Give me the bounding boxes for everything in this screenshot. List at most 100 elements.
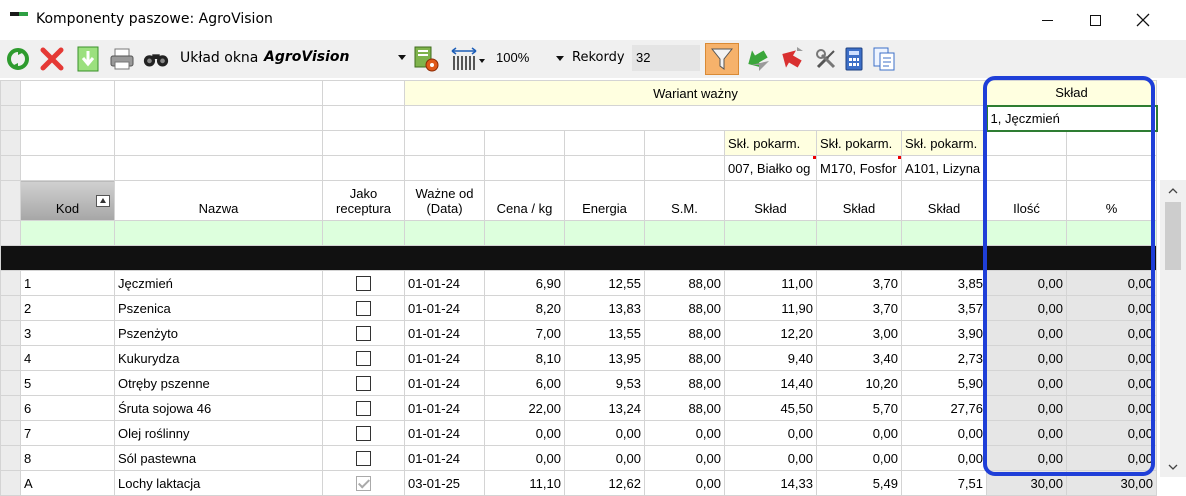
recipe-checkbox[interactable] bbox=[356, 376, 371, 392]
cell-procent[interactable]: 0,00 bbox=[1066, 345, 1158, 371]
filter-cell[interactable] bbox=[114, 220, 323, 246]
table-row[interactable]: 3 Pszenżyto 01-01-24 7,00 13,55 88,00 12,20 3,0… bbox=[0, 320, 1158, 346]
cell-procent[interactable]: 0,00 bbox=[1066, 445, 1158, 471]
cell-receptura[interactable] bbox=[322, 295, 405, 321]
cell-ilosc[interactable]: 0,00 bbox=[986, 295, 1068, 321]
cell-sklad-3[interactable]: 0,00 bbox=[900, 445, 988, 471]
scroll-up-button[interactable] bbox=[1160, 182, 1186, 199]
cell-energia[interactable]: 13,55 bbox=[564, 320, 645, 346]
cell-cena[interactable]: 6,00 bbox=[484, 370, 565, 396]
sort-asc-icon[interactable] bbox=[96, 195, 110, 207]
cell-receptura[interactable] bbox=[322, 395, 405, 421]
filter-row[interactable] bbox=[0, 220, 1158, 246]
cell-sklad-3[interactable]: 7,51 bbox=[900, 470, 988, 496]
cell-procent[interactable]: 0,00 bbox=[1066, 420, 1158, 446]
cell-sklad-2[interactable]: 10,20 bbox=[816, 370, 902, 396]
cell-nazwa[interactable]: Olej roślinny bbox=[114, 420, 323, 446]
filter-cell[interactable] bbox=[900, 220, 988, 246]
cell-sm[interactable]: 0,00 bbox=[644, 420, 725, 446]
cell-sm[interactable]: 88,00 bbox=[644, 395, 725, 421]
report-button[interactable] bbox=[412, 45, 440, 73]
cell-ilosc[interactable]: 0,00 bbox=[986, 270, 1068, 296]
recipe-checkbox[interactable] bbox=[356, 476, 371, 492]
cell-nazwa[interactable]: Śruta sojowa 46 bbox=[114, 395, 323, 421]
cell-data[interactable]: 01-01-24 bbox=[404, 270, 485, 296]
scroll-down-button[interactable] bbox=[1160, 458, 1186, 475]
cell-nazwa[interactable]: Kukurydza bbox=[114, 345, 323, 371]
filter-cell[interactable] bbox=[564, 220, 645, 246]
table-row[interactable]: 6 Śruta sojowa 46 01-01-24 22,00 13,24 88,00 4… bbox=[0, 395, 1158, 421]
cell-ilosc[interactable]: 0,00 bbox=[986, 370, 1068, 396]
recipe-checkbox[interactable] bbox=[356, 301, 371, 317]
recipe-checkbox[interactable] bbox=[356, 401, 371, 417]
cell-procent[interactable]: 0,00 bbox=[1066, 295, 1158, 321]
cell-nazwa[interactable]: Jęczmień bbox=[114, 270, 323, 296]
cell-sklad-2[interactable]: 3,70 bbox=[816, 270, 902, 296]
cell-energia[interactable]: 0,00 bbox=[564, 420, 645, 446]
cell-procent[interactable]: 0,00 bbox=[1066, 370, 1158, 396]
delete-button[interactable] bbox=[38, 45, 66, 73]
filter-cell[interactable] bbox=[20, 220, 115, 246]
table-row[interactable]: A Lochy laktacja 03-01-25 11,10 12,62 0,00 14,… bbox=[0, 470, 1158, 496]
column-header-sklad-3[interactable]: Skład bbox=[900, 180, 988, 221]
filter-cell[interactable] bbox=[986, 220, 1068, 246]
cell-sklad-1[interactable]: 14,40 bbox=[724, 370, 817, 396]
cell-kod[interactable]: 5 bbox=[20, 370, 115, 396]
cell-cena[interactable]: 6,90 bbox=[484, 270, 565, 296]
cell-cena[interactable]: 8,10 bbox=[484, 345, 565, 371]
cell-data[interactable]: 01-01-24 bbox=[404, 345, 485, 371]
cell-receptura[interactable] bbox=[322, 345, 405, 371]
cell-data[interactable]: 01-01-24 bbox=[404, 295, 485, 321]
filter-button[interactable] bbox=[705, 43, 739, 75]
cell-receptura[interactable] bbox=[322, 270, 405, 296]
cell-kod[interactable]: 4 bbox=[20, 345, 115, 371]
cell-ilosc[interactable]: 30,00 bbox=[986, 470, 1068, 496]
cell-data[interactable]: 01-01-24 bbox=[404, 445, 485, 471]
close-button[interactable] bbox=[1120, 0, 1166, 40]
tools-button[interactable] bbox=[812, 45, 840, 73]
table-row[interactable]: 4 Kukurydza 01-01-24 8,10 13,95 88,00 9,40 3,40… bbox=[0, 345, 1158, 371]
cell-receptura[interactable] bbox=[322, 445, 405, 471]
table-row[interactable]: 5 Otręby pszenne 01-01-24 6,00 9,53 88,00 14,4… bbox=[0, 370, 1158, 396]
cell-sklad-2[interactable]: 0,00 bbox=[816, 445, 902, 471]
cell-kod[interactable]: 2 bbox=[20, 295, 115, 321]
cell-cena[interactable]: 8,20 bbox=[484, 295, 565, 321]
refresh-button[interactable] bbox=[4, 45, 32, 73]
print-button[interactable] bbox=[108, 45, 136, 73]
column-header-procent[interactable]: % bbox=[1066, 180, 1158, 221]
cell-procent[interactable]: 0,00 bbox=[1066, 320, 1158, 346]
cell-nazwa[interactable]: Lochy laktacja bbox=[114, 470, 323, 496]
cell-ilosc[interactable]: 0,00 bbox=[986, 320, 1068, 346]
filter-cell[interactable] bbox=[404, 220, 485, 246]
cell-procent[interactable]: 30,00 bbox=[1066, 470, 1158, 496]
nutrient-select-1[interactable]: 007, Białko og bbox=[724, 155, 817, 181]
cell-procent[interactable]: 0,00 bbox=[1066, 270, 1158, 296]
cell-energia[interactable]: 0,00 bbox=[564, 445, 645, 471]
table-row[interactable]: 1 Jęczmień 01-01-24 6,90 12,55 88,00 11,00 3,70… bbox=[0, 270, 1158, 296]
cell-nazwa[interactable]: Sól pastewna bbox=[114, 445, 323, 471]
column-header-sm[interactable]: S.M. bbox=[644, 180, 725, 221]
column-header-sklad-2[interactable]: Skład bbox=[816, 180, 902, 221]
cell-cena[interactable]: 22,00 bbox=[484, 395, 565, 421]
column-header-ilosc[interactable]: Ilość bbox=[986, 180, 1068, 221]
cell-sklad-2[interactable]: 5,49 bbox=[816, 470, 902, 496]
cell-sklad-1[interactable]: 45,50 bbox=[724, 395, 817, 421]
ingredient-select-input[interactable]: 1, Jęczmień bbox=[985, 104, 1158, 132]
calculator-button[interactable] bbox=[840, 45, 868, 73]
cell-sm[interactable]: 88,00 bbox=[644, 345, 725, 371]
cell-sm[interactable]: 88,00 bbox=[644, 320, 725, 346]
cell-sklad-2[interactable]: 0,00 bbox=[816, 420, 902, 446]
cell-sm[interactable]: 0,00 bbox=[644, 470, 725, 496]
cell-data[interactable]: 01-01-24 bbox=[404, 395, 485, 421]
column-header-energia[interactable]: Energia bbox=[564, 180, 645, 221]
column-header-cena[interactable]: Cena / kg bbox=[484, 180, 565, 221]
cell-energia[interactable]: 12,55 bbox=[564, 270, 645, 296]
filter-cell[interactable] bbox=[322, 220, 405, 246]
filter-cell[interactable] bbox=[484, 220, 565, 246]
cell-ilosc[interactable]: 0,00 bbox=[986, 445, 1068, 471]
cell-sm[interactable]: 0,00 bbox=[644, 445, 725, 471]
cell-kod[interactable]: 8 bbox=[20, 445, 115, 471]
cell-sm[interactable]: 88,00 bbox=[644, 370, 725, 396]
cell-receptura[interactable] bbox=[322, 320, 405, 346]
cell-ilosc[interactable]: 0,00 bbox=[986, 395, 1068, 421]
